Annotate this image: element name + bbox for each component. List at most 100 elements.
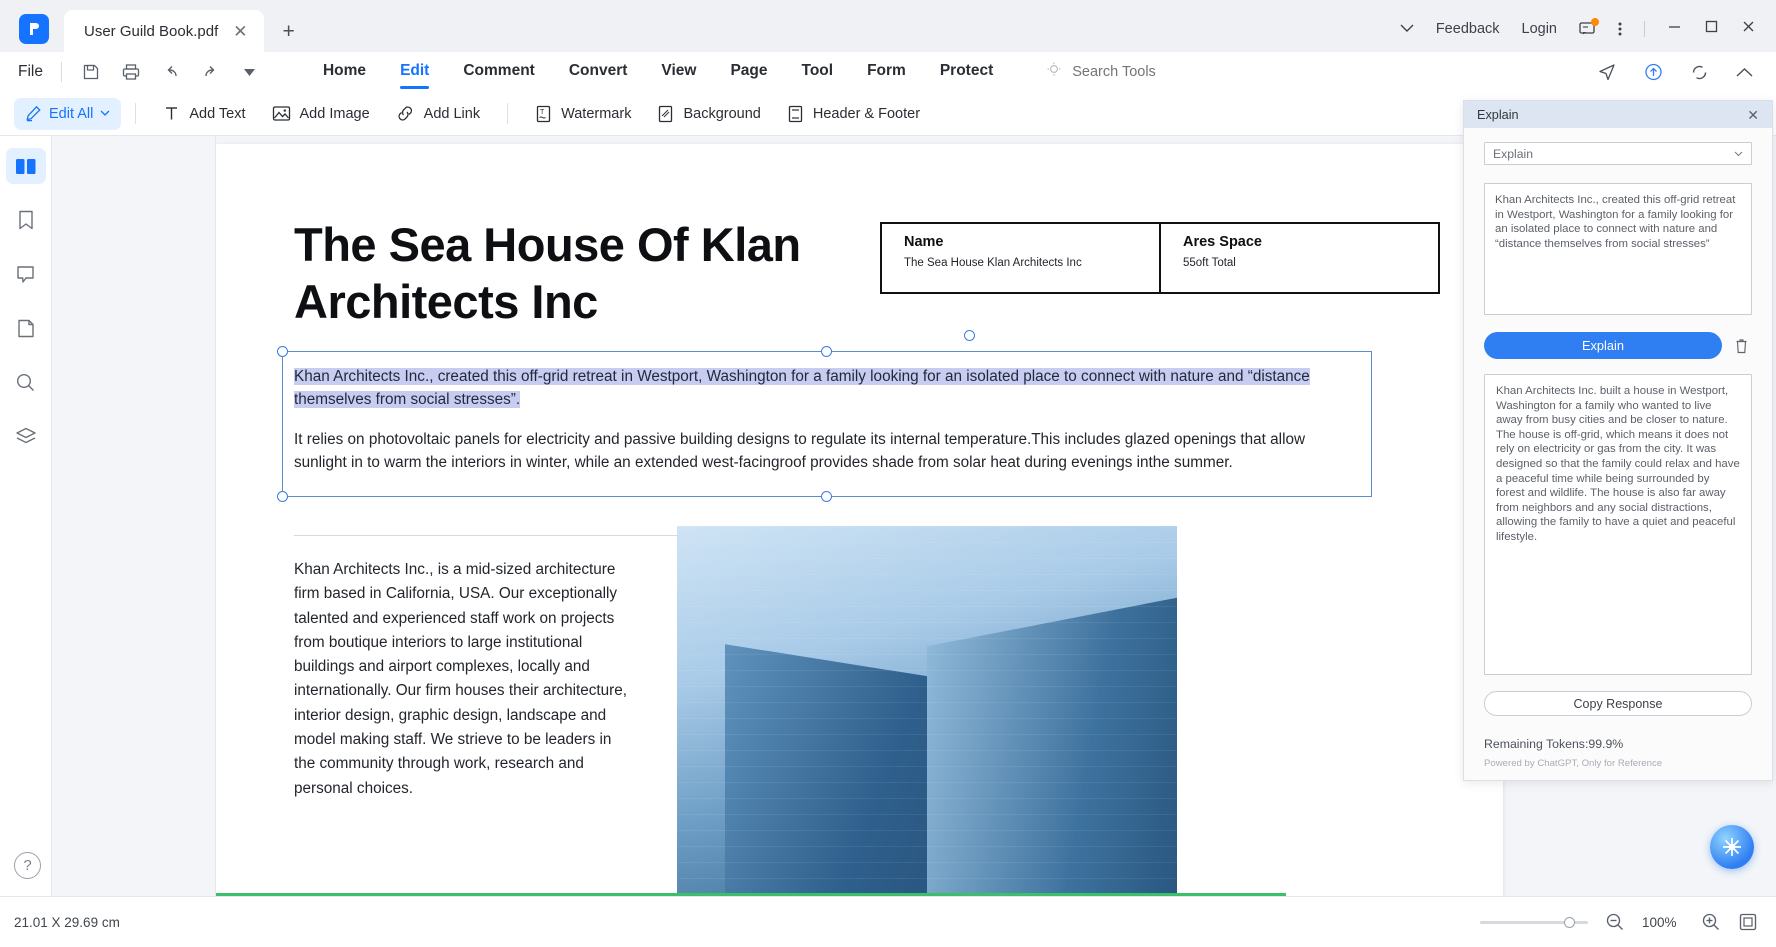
help-icon[interactable]: ? xyxy=(14,852,41,879)
table-cell-area: Ares Space 55oft Total xyxy=(1161,224,1438,292)
edit-all-button[interactable]: Edit All xyxy=(14,97,122,130)
header-footer-label: Header & Footer xyxy=(812,105,921,122)
explain-output-textarea[interactable]: Khan Architects Inc. built a house in We… xyxy=(1484,374,1752,675)
selected-paragraph[interactable]: Khan Architects Inc., created this off-g… xyxy=(294,365,1354,411)
ribbon-tab-page[interactable]: Page xyxy=(730,62,767,83)
notification-icon[interactable] xyxy=(1579,17,1599,37)
app-window: User Guild Book.pdf ✕ + Feedback Login F… xyxy=(0,0,1776,947)
ribbon-tab-form[interactable]: Form xyxy=(867,62,906,83)
close-icon[interactable]: ✕ xyxy=(1743,106,1763,124)
file-menu[interactable]: File xyxy=(18,63,43,81)
cloud-upload-icon[interactable] xyxy=(1643,62,1664,82)
send-icon[interactable] xyxy=(1597,62,1617,82)
feedback-link[interactable]: Feedback xyxy=(1436,21,1500,37)
text-icon xyxy=(166,107,178,120)
add-image-button[interactable]: Add Image xyxy=(259,98,383,130)
ribbon-tab-tool[interactable]: Tool xyxy=(802,62,834,83)
background-label: Background xyxy=(683,105,761,122)
zoom-out-icon[interactable] xyxy=(1605,912,1625,932)
fit-page-icon[interactable] xyxy=(1738,912,1758,932)
sidebar-item-comments[interactable] xyxy=(6,256,46,292)
ribbon-tabs: Home Edit Comment Convert View Page Tool… xyxy=(323,62,993,89)
header-footer-icon xyxy=(788,105,802,122)
minimize-icon[interactable] xyxy=(1667,19,1682,38)
document-table: Name The Sea House Klan Architects Inc A… xyxy=(880,222,1440,294)
ribbon-tab-edit[interactable]: Edit xyxy=(400,62,430,89)
sidebar-item-attachments[interactable] xyxy=(6,310,46,346)
bookmark-icon xyxy=(18,210,33,230)
explain-input-textarea[interactable]: Khan Architects Inc., created this off-g… xyxy=(1484,183,1752,315)
body-paragraph[interactable]: It relies on photovoltaic panels for ele… xyxy=(294,428,1354,474)
sync-icon[interactable] xyxy=(1690,63,1709,82)
resize-handle-top-left[interactable] xyxy=(277,346,288,357)
rotate-handle[interactable] xyxy=(964,330,975,341)
ribbon-tab-home[interactable]: Home xyxy=(323,62,366,83)
pencil-icon xyxy=(26,105,41,122)
title-bar-actions: Feedback Login xyxy=(1400,17,1776,38)
thumbnail-panel[interactable] xyxy=(52,136,216,896)
search-input[interactable] xyxy=(1072,64,1303,80)
sidebar-item-layers[interactable] xyxy=(6,418,46,454)
watermark-button[interactable]: T Watermark xyxy=(522,98,644,130)
pdf-page[interactable]: The Sea House Of Klan Architects Inc Nam… xyxy=(216,144,1503,896)
explain-mode-select[interactable]: Explain xyxy=(1484,142,1752,165)
undo-icon[interactable] xyxy=(162,63,180,81)
ribbon-tab-protect[interactable]: Protect xyxy=(940,62,993,83)
print-icon[interactable] xyxy=(122,63,140,81)
status-bar: 21.01 X 29.69 cm 100% xyxy=(0,896,1776,947)
trash-icon[interactable] xyxy=(1730,338,1752,354)
divider xyxy=(135,103,137,124)
background-button[interactable]: Background xyxy=(644,98,773,130)
ribbon-tab-view[interactable]: View xyxy=(661,62,696,83)
explain-panel-header[interactable]: Explain ✕ xyxy=(1464,101,1772,128)
resize-handle-bottom-center[interactable] xyxy=(821,491,832,502)
close-icon[interactable]: ✕ xyxy=(228,21,252,42)
explain-button[interactable]: Explain xyxy=(1484,332,1722,359)
image-icon xyxy=(272,106,290,121)
quick-access-toolbar xyxy=(82,63,257,81)
background-icon xyxy=(659,105,673,122)
explain-panel-body: Explain Khan Architects Inc., created th… xyxy=(1464,128,1772,769)
explain-mode-value: Explain xyxy=(1493,146,1533,161)
save-icon[interactable] xyxy=(82,63,100,81)
ai-assistant-icon[interactable] xyxy=(1710,825,1754,869)
plus-icon[interactable]: + xyxy=(282,21,294,42)
customize-dropdown-icon[interactable] xyxy=(242,65,257,80)
add-text-button[interactable]: Add Text xyxy=(150,98,258,130)
sidebar-item-thumbnails[interactable] xyxy=(5,148,46,184)
zoom-level[interactable]: 100% xyxy=(1642,915,1684,930)
sidebar-item-bookmarks[interactable] xyxy=(6,202,46,238)
edit-all-label: Edit All xyxy=(49,105,94,122)
divider xyxy=(60,62,62,82)
document-tab[interactable]: User Guild Book.pdf ✕ xyxy=(64,10,265,52)
collapse-ribbon-icon[interactable] xyxy=(1735,65,1754,79)
redo-icon[interactable] xyxy=(202,63,220,81)
window-close-icon[interactable] xyxy=(1741,19,1756,38)
more-vertical-icon[interactable] xyxy=(1618,21,1622,37)
thumbnails-icon xyxy=(15,158,35,174)
zoom-in-icon[interactable] xyxy=(1701,912,1721,932)
add-link-button[interactable]: Add Link xyxy=(383,98,493,130)
comment-icon xyxy=(17,265,34,283)
glass-building-photo[interactable] xyxy=(677,526,1177,896)
login-link[interactable]: Login xyxy=(1522,21,1557,37)
table-value-name: The Sea House Klan Architects Inc xyxy=(904,257,1082,269)
lightbulb-icon xyxy=(1045,61,1063,84)
zoom-slider[interactable] xyxy=(1480,916,1588,928)
zoom-slider-thumb[interactable] xyxy=(1564,916,1575,928)
table-header-name: Name xyxy=(904,234,944,250)
header-footer-button[interactable]: Header & Footer xyxy=(774,98,933,130)
chevron-down-icon[interactable] xyxy=(1400,24,1414,33)
add-image-label: Add Image xyxy=(299,105,370,122)
ribbon-tab-comment[interactable]: Comment xyxy=(463,62,534,83)
menu-bar: File Home Edit Comment Convert View Page… xyxy=(0,52,1776,92)
maximize-icon[interactable] xyxy=(1704,19,1719,38)
sidebar-item-search[interactable] xyxy=(6,364,46,400)
copy-response-button[interactable]: Copy Response xyxy=(1484,691,1752,716)
title-bar: User Guild Book.pdf ✕ + Feedback Login xyxy=(0,0,1776,52)
ribbon-tab-convert[interactable]: Convert xyxy=(569,62,628,83)
about-paragraph[interactable]: Khan Architects Inc., is a mid-sized arc… xyxy=(294,558,629,801)
watermark-icon: T xyxy=(536,105,551,122)
resize-handle-top-center[interactable] xyxy=(821,346,832,357)
resize-handle-bottom-left[interactable] xyxy=(277,491,288,502)
